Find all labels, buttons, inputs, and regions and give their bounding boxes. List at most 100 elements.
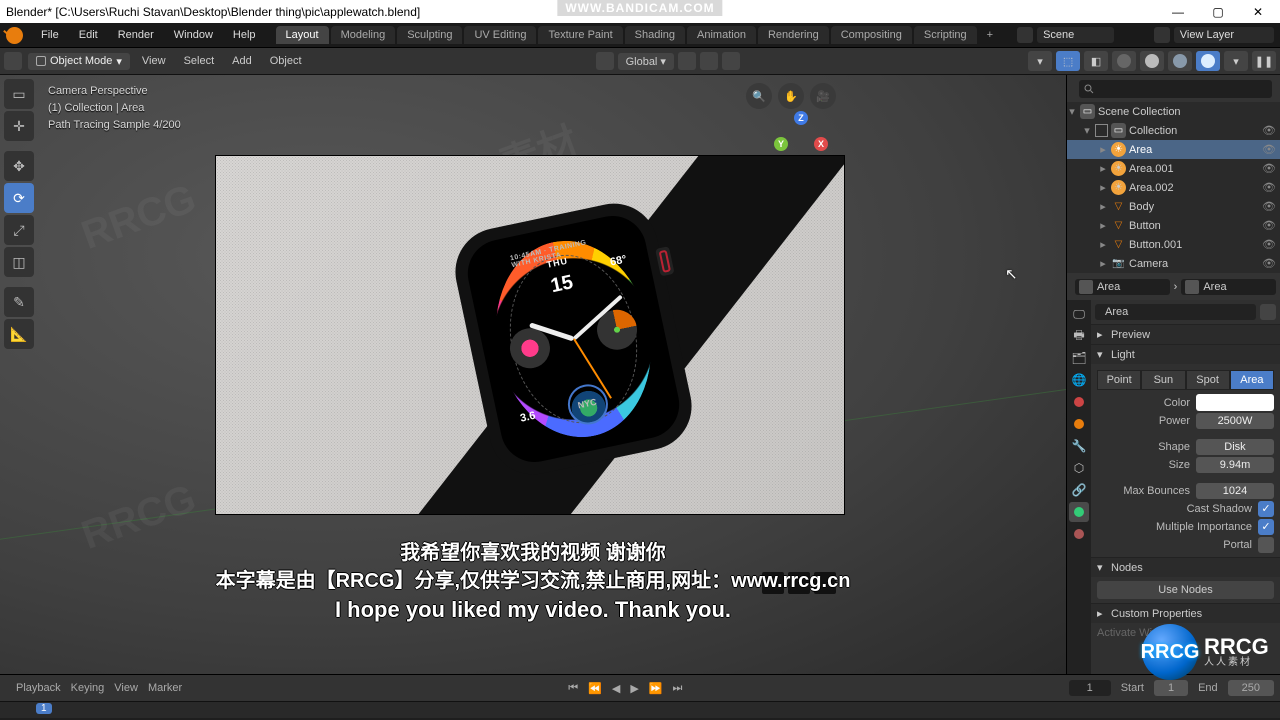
ptab-data-light[interactable] — [1069, 502, 1089, 522]
tab-texture-paint[interactable]: Texture Paint — [538, 26, 622, 44]
scene-name-field[interactable]: Scene — [1037, 27, 1114, 43]
panel-nodes-header[interactable]: ▾Nodes — [1091, 557, 1280, 577]
editor-type-icon[interactable] — [4, 52, 22, 70]
light-datablock-field[interactable]: Area — [1095, 304, 1256, 320]
light-type-spot[interactable]: Spot — [1186, 370, 1230, 390]
timeline-prev-key[interactable]: ⏪ — [588, 682, 602, 695]
outliner[interactable]: ▾▭Scene Collection ▾ ▭Collection👁 ▸☀ Are… — [1067, 102, 1280, 273]
prop-context-slot1[interactable]: Area — [1075, 279, 1170, 295]
outliner-item-area001[interactable]: ▸☀ Area.001👁 — [1067, 159, 1280, 178]
tab-uv-editing[interactable]: UV Editing — [464, 26, 536, 44]
panel-light-header[interactable]: ▾Light — [1091, 344, 1280, 364]
xray-toggle[interactable]: ◧ — [1084, 51, 1108, 71]
scene-browse-icon[interactable] — [1017, 27, 1033, 43]
timeline-view[interactable]: View — [114, 682, 138, 694]
tab-compositing[interactable]: Compositing — [831, 26, 912, 44]
axis-x[interactable]: X — [814, 137, 828, 151]
light-type-area[interactable]: Area — [1230, 370, 1274, 390]
tool-select-box[interactable]: ▭ — [4, 79, 34, 109]
prop-context-slot2[interactable]: Area — [1181, 279, 1276, 295]
menu-render[interactable]: Render — [110, 27, 162, 43]
camera-gizmo[interactable]: 🎥 — [810, 83, 836, 109]
window-maximize-button[interactable]: ▢ — [1198, 5, 1238, 19]
shading-matprev[interactable] — [1168, 51, 1192, 71]
frame-end-field[interactable]: 250 — [1228, 680, 1274, 696]
ptab-object[interactable] — [1069, 414, 1089, 434]
ptab-constraints[interactable]: 🔗 — [1069, 480, 1089, 500]
frame-start-field[interactable]: 1 — [1154, 680, 1188, 696]
pivot-icon[interactable] — [678, 52, 696, 70]
timeline-marker[interactable]: Marker — [148, 682, 182, 694]
outliner-item-button[interactable]: ▸▽ Button👁 — [1067, 216, 1280, 235]
shading-rendered[interactable] — [1196, 51, 1220, 71]
menu-view-3d[interactable]: View — [136, 53, 172, 69]
outliner-item-area[interactable]: ▸☀ Area👁 — [1067, 140, 1280, 159]
panel-preview-header[interactable]: ▸Preview — [1091, 324, 1280, 344]
zoom-gizmo[interactable]: 🔍 — [746, 83, 772, 109]
outliner-item-camera[interactable]: ▸📷 Camera👁 — [1067, 254, 1280, 273]
gizmo-toggle[interactable]: ▾ — [1028, 51, 1052, 71]
orientation-icon[interactable] — [596, 52, 614, 70]
light-power-field[interactable]: 2500W — [1196, 413, 1274, 429]
menu-edit[interactable]: Edit — [71, 27, 106, 43]
tool-move[interactable]: ✥ — [4, 151, 34, 181]
tab-rendering[interactable]: Rendering — [758, 26, 829, 44]
overlay-toggle[interactable]: ⬚ — [1056, 51, 1080, 71]
menu-file[interactable]: File — [33, 27, 67, 43]
axis-z[interactable]: Z — [794, 111, 808, 125]
tab-scripting[interactable]: Scripting — [914, 26, 977, 44]
tool-transform[interactable]: ◫ — [4, 247, 34, 277]
light-type-sun[interactable]: Sun — [1141, 370, 1185, 390]
axis-y[interactable]: Y — [774, 137, 788, 151]
menu-help[interactable]: Help — [225, 27, 264, 43]
timeline-keying[interactable]: Keying — [71, 682, 105, 694]
pan-gizmo[interactable]: ✋ — [778, 83, 804, 109]
shading-wire[interactable] — [1112, 51, 1136, 71]
panel-custom-header[interactable]: ▸Custom Properties — [1091, 603, 1280, 623]
ptab-world[interactable] — [1069, 392, 1089, 412]
viewlayer-name-field[interactable]: View Layer — [1174, 27, 1274, 43]
menu-add-3d[interactable]: Add — [226, 53, 258, 69]
tab-sculpting[interactable]: Sculpting — [397, 26, 462, 44]
light-shape-field[interactable]: Disk — [1196, 439, 1274, 455]
snap-icon[interactable] — [700, 52, 718, 70]
outliner-item-area002[interactable]: ▸☀ Area.002👁 — [1067, 178, 1280, 197]
timeline-jump-end[interactable]: ⏭ — [673, 682, 683, 695]
proportional-icon[interactable] — [722, 52, 740, 70]
tab-shading[interactable]: Shading — [625, 26, 685, 44]
viewport-3d[interactable]: RRCG 人人素材 RRCG RRCG ▭ ✛ ✥ ⟳ ⤢ ◫ ✎ 📐 Came… — [0, 75, 1066, 674]
light-size-field[interactable]: 9.94m — [1196, 457, 1274, 473]
light-maxbounces-field[interactable]: 1024 — [1196, 483, 1274, 499]
menu-select-3d[interactable]: Select — [178, 53, 221, 69]
menu-object-3d[interactable]: Object — [264, 53, 308, 69]
timeline-play[interactable]: ▶ — [630, 682, 638, 695]
cast-shadow-checkbox[interactable] — [1258, 501, 1274, 517]
ptab-render[interactable]: 🖵 — [1069, 304, 1089, 324]
window-minimize-button[interactable]: — — [1158, 5, 1198, 19]
mis-checkbox[interactable] — [1258, 519, 1274, 535]
playhead[interactable]: 1 — [36, 702, 52, 719]
light-type-point[interactable]: Point — [1097, 370, 1141, 390]
window-close-button[interactable]: ✕ — [1238, 5, 1278, 19]
timeline-playback[interactable]: Playback — [16, 682, 61, 694]
ptab-material[interactable] — [1069, 524, 1089, 544]
outliner-search[interactable] — [1079, 80, 1272, 98]
ptab-scene[interactable]: 🌐 — [1069, 370, 1089, 390]
menu-window[interactable]: Window — [166, 27, 221, 43]
tab-animation[interactable]: Animation — [687, 26, 756, 44]
timeline-play-rev[interactable]: ◀ — [612, 682, 620, 695]
ptab-output[interactable]: 🖶 — [1069, 326, 1089, 346]
use-nodes-button[interactable]: Use Nodes — [1097, 581, 1274, 599]
timeline-next-key[interactable]: ⏩ — [649, 682, 663, 695]
add-workspace-button[interactable]: + — [979, 26, 1001, 44]
pause-render-button[interactable]: ❚❚ — [1252, 51, 1276, 71]
tool-annotate[interactable]: ✎ — [4, 287, 34, 317]
orientation-selector[interactable]: Global ▾ — [618, 53, 674, 70]
shading-options[interactable]: ▾ — [1224, 51, 1248, 71]
frame-current-field[interactable]: 1 — [1069, 680, 1111, 696]
outliner-item-body[interactable]: ▸▽ Body👁 — [1067, 197, 1280, 216]
ptab-physics[interactable]: ⬡ — [1069, 458, 1089, 478]
shading-solid[interactable] — [1140, 51, 1164, 71]
mode-selector[interactable]: Object Mode▾ — [28, 53, 130, 70]
light-color-swatch[interactable] — [1196, 394, 1274, 411]
